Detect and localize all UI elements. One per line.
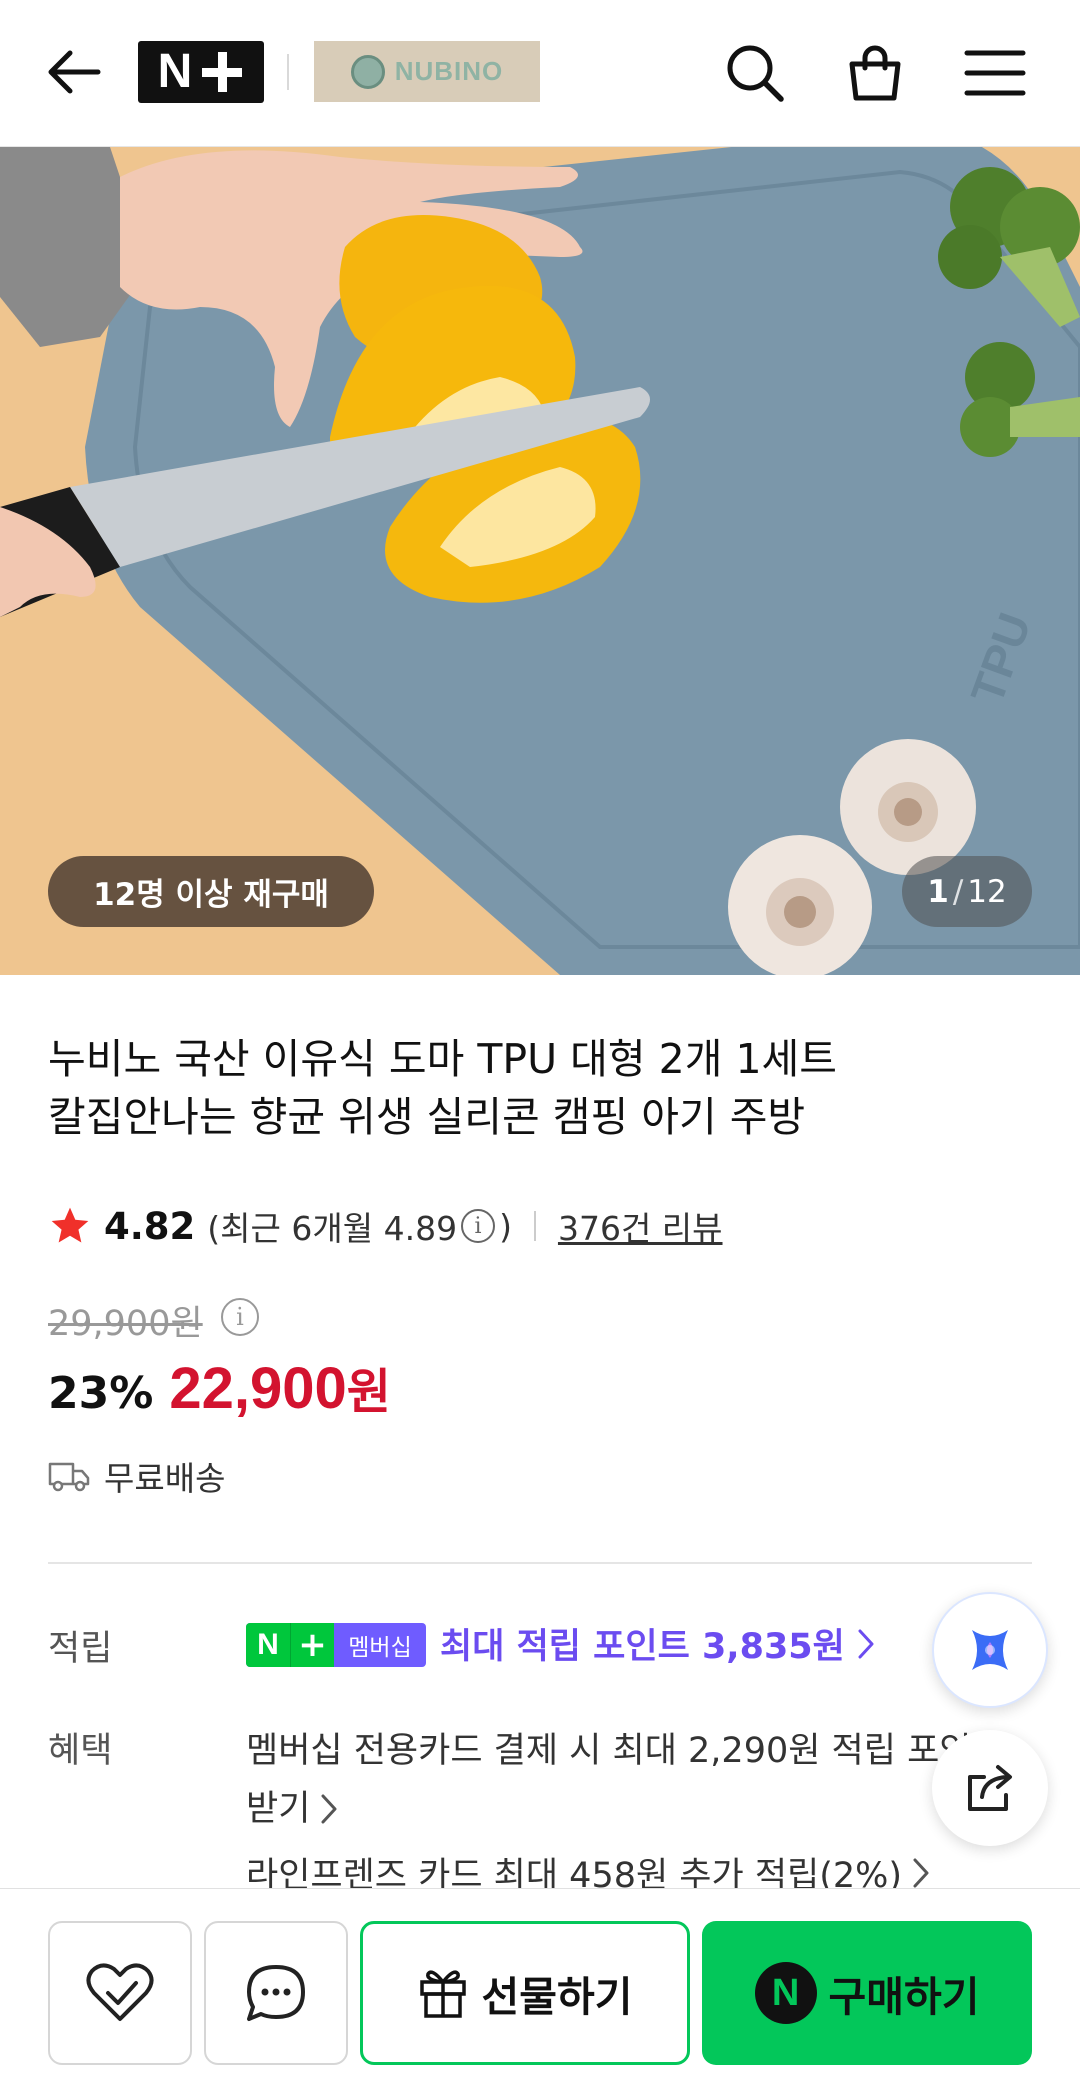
back-button[interactable]	[40, 38, 108, 106]
brand-name: NUBINO	[394, 56, 504, 86]
hamburger-menu-icon	[964, 50, 1026, 96]
benefits-label: 혜택	[48, 1731, 113, 1771]
gift-button[interactable]: 선물하기	[360, 1921, 690, 2065]
original-price-value: 29,900원	[48, 1304, 203, 1344]
benefit-line1-cont: 받기	[246, 1789, 311, 1829]
cart-button[interactable]	[840, 38, 910, 108]
search-icon	[727, 45, 784, 102]
shipping-text: 무료배송	[104, 1459, 226, 1498]
price-info-icon[interactable]: i	[221, 1298, 259, 1336]
review-count-link[interactable]: 376건 리뷰	[558, 1202, 723, 1250]
product-image-carousel[interactable]: TPU 12명 이상 재구매 1 / 12	[0, 147, 1080, 975]
logo-divider	[287, 54, 289, 90]
plus-icon: +	[290, 1623, 334, 1667]
ai-sparkle-icon	[972, 1630, 1008, 1670]
naver-plus-logo[interactable]: N	[138, 41, 264, 103]
rating-divider	[533, 1211, 536, 1241]
section-divider	[48, 1562, 1032, 1564]
brand-mark-icon	[350, 54, 385, 89]
shipping-info: 무료배송	[48, 1452, 225, 1500]
membership-badge-text: 멤버십	[348, 1635, 412, 1661]
recent-rating-close: )	[499, 1206, 512, 1246]
membership-card-benefit[interactable]: 멤버십 전용카드 결제 시 최대 2,290원 적립 포인트 받기	[246, 1722, 1036, 1838]
recent-rating: (최근 6개월 4.89 i )	[207, 1202, 512, 1250]
membership-badge: N + 멤버십	[246, 1623, 426, 1667]
discount-rate: 23%	[48, 1368, 154, 1419]
recent-rating-text: (최근 6개월 4.89	[207, 1209, 458, 1248]
heart-check-icon	[86, 1963, 154, 2021]
product-photo: TPU	[0, 147, 1080, 975]
gift-button-label: 선물하기	[481, 1973, 633, 2021]
product-title: 누비노 국산 이유식 도마 TPU 대형 2개 1세트 칼집안나는 향균 위생 …	[48, 1030, 948, 1146]
share-button[interactable]	[932, 1730, 1048, 1846]
delivery-truck-icon	[48, 1462, 90, 1492]
gift-icon	[419, 1970, 466, 2018]
chat-bubble-icon	[247, 1965, 305, 2021]
max-points-link[interactable]: 최대 적립 포인트 3,835원	[440, 1618, 875, 1669]
naver-n-icon: N	[246, 1623, 290, 1667]
product-title-line1: 누비노 국산 이유식 도마 TPU 대형 2개 1세트	[48, 1035, 837, 1083]
rating-value: 4.82	[104, 1204, 196, 1248]
buy-button-label: 구매하기	[828, 1973, 980, 2021]
repurchase-badge-label: 12명 이상 재구매	[93, 877, 329, 913]
sale-price: 22,900	[169, 1356, 347, 1421]
wishlist-button[interactable]	[48, 1921, 192, 2065]
ai-assistant-button[interactable]	[932, 1592, 1048, 1708]
sale-price-unit: 원	[346, 1364, 391, 1420]
buy-button[interactable]: N 구매하기	[702, 1921, 1032, 2065]
search-button[interactable]	[720, 38, 790, 108]
info-icon[interactable]: i	[461, 1209, 496, 1243]
shopping-bag-icon	[849, 45, 901, 101]
chat-button[interactable]	[204, 1921, 348, 2065]
naver-pay-icon: N	[754, 1962, 817, 2024]
menu-button[interactable]	[960, 38, 1030, 108]
benefit-line1: 멤버십 전용카드 결제 시 최대 2,290원 적립 포인트	[246, 1731, 1004, 1771]
max-points-text: 최대 적립 포인트 3,835원	[440, 1627, 845, 1667]
share-icon	[968, 1765, 1012, 1811]
store-brand-logo[interactable]: NUBINO	[314, 41, 540, 102]
sale-price-row: 23% 22,900 원	[48, 1352, 391, 1422]
arrow-left-icon	[48, 50, 101, 94]
chevron-right-icon	[321, 1794, 337, 1824]
repurchase-badge: 12명 이상 재구매	[48, 856, 374, 927]
chevron-right-icon	[913, 1858, 929, 1887]
image-counter-current: 1	[927, 873, 949, 910]
bottom-action-bar: 선물하기 N 구매하기	[0, 1888, 1080, 2091]
top-header: N NUBINO	[0, 0, 1080, 147]
image-counter: 1 / 12	[902, 856, 1032, 927]
star-icon	[51, 1207, 89, 1243]
product-title-line2: 칼집안나는 향균 위생 실리콘 캠핑 아기 주방	[48, 1093, 806, 1141]
rating-row: 4.82 (최근 6개월 4.89 i ) 376건 리뷰	[48, 1198, 723, 1254]
original-price: 29,900원	[48, 1295, 203, 1346]
points-label: 적립	[48, 1629, 113, 1669]
image-counter-separator: /	[952, 873, 964, 910]
image-counter-total: 12	[967, 873, 1007, 910]
chevron-right-icon	[858, 1629, 874, 1658]
